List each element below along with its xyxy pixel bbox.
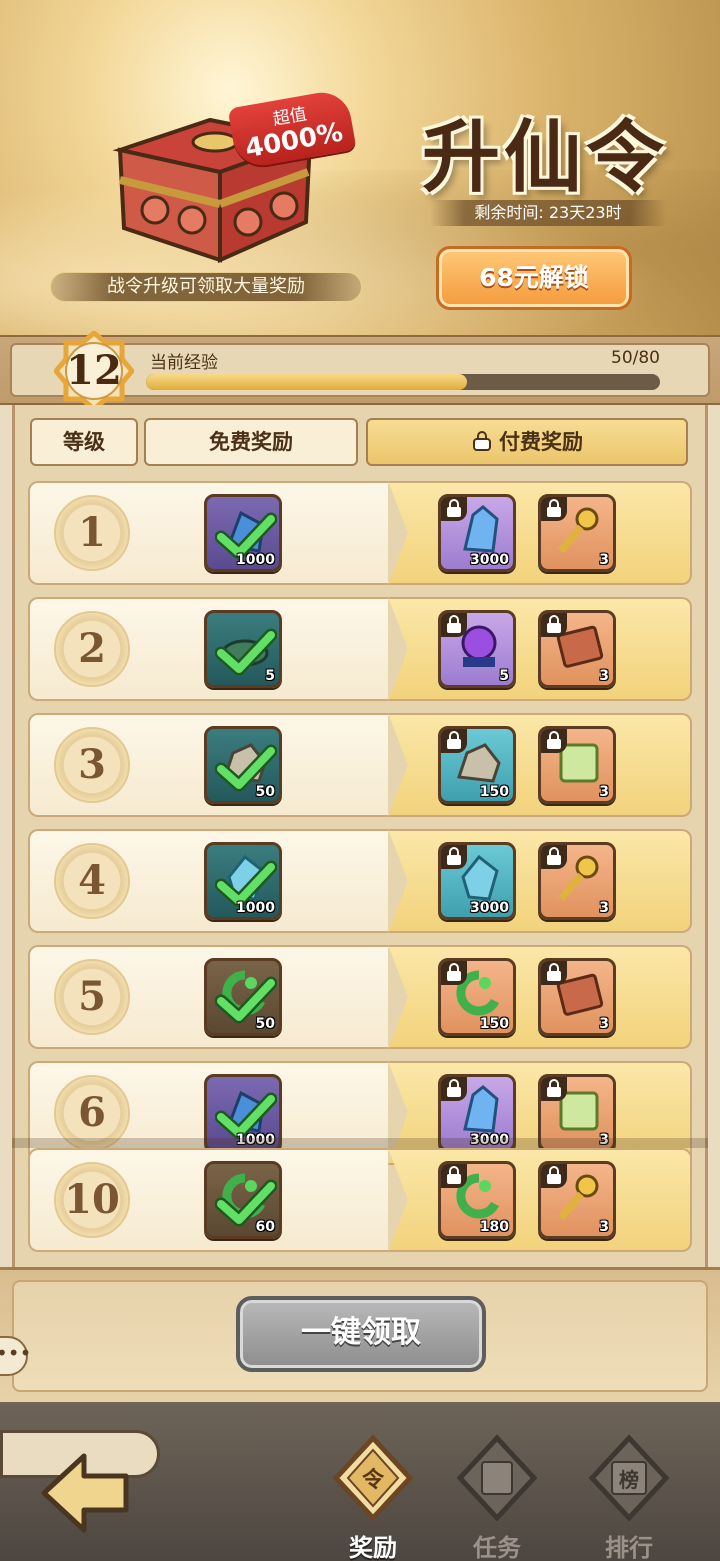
paid-reward-cell	[388, 713, 692, 817]
xp-progress-fill	[146, 374, 468, 390]
lock-icon	[471, 422, 493, 466]
paid-reward-item[interactable]: 150	[438, 958, 516, 1036]
paid-reward-item[interactable]: 3000	[438, 842, 516, 920]
paid-reward-item[interactable]: 5	[438, 610, 516, 688]
reward-quantity: 3	[599, 900, 609, 916]
free-reward-item[interactable]: 5	[204, 610, 282, 688]
reward-quantity: 5	[499, 668, 509, 684]
free-reward-item[interactable]: 50	[204, 726, 282, 804]
value-badge: 超值 4000%	[227, 88, 357, 170]
xp-value: 50/80	[611, 348, 660, 368]
tab-rank-label: 排行	[605, 1534, 653, 1561]
row-level-number: 10	[54, 1162, 130, 1238]
header-level: 等级	[30, 418, 138, 466]
reward-quantity: 50	[255, 784, 275, 800]
unlock-button[interactable]: 68元解锁	[436, 246, 632, 310]
paid-reward-item[interactable]: 3000	[438, 494, 516, 572]
reward-quantity: 150	[479, 1016, 509, 1032]
row-level-number: 4	[54, 843, 130, 919]
rank-emblem-glyph: 榜	[619, 1468, 639, 1492]
free-reward-item[interactable]: 60	[204, 1161, 282, 1239]
xp-progress-bar	[146, 374, 660, 390]
padlock-icon	[441, 961, 467, 985]
tab-reward[interactable]: 令 奖励	[318, 1420, 428, 1561]
task-scroll-icon	[456, 1434, 538, 1522]
reward-quantity: 150	[479, 784, 509, 800]
header-free-rewards: 免费奖励	[144, 418, 358, 466]
padlock-icon	[541, 961, 567, 985]
padlock-icon	[441, 845, 467, 869]
padlock-icon	[541, 1164, 567, 1188]
free-reward-item[interactable]: 50	[204, 958, 282, 1036]
reward-quantity: 50	[255, 1016, 275, 1032]
xp-label: 当前经验	[150, 353, 218, 373]
reward-row: 2 5 5 3	[28, 597, 692, 701]
tab-rank[interactable]: 榜 排行	[574, 1420, 684, 1561]
free-reward-item[interactable]: 1000	[204, 494, 282, 572]
paid-reward-item[interactable]: 3	[538, 958, 616, 1036]
pass-title: 升仙令	[421, 112, 668, 203]
tab-task-label: 任务	[473, 1534, 521, 1561]
reward-row: 4 1000 3000 3	[28, 829, 692, 933]
free-reward-item[interactable]: 1000	[204, 842, 282, 920]
paid-reward-cell	[388, 597, 692, 701]
paid-reward-cell	[388, 829, 692, 933]
reward-row: 1 1000 3000 3	[28, 481, 692, 585]
claim-all-button[interactable]: 一键领取	[236, 1296, 486, 1372]
reward-quantity: 180	[479, 1219, 509, 1235]
reward-quantity: 60	[255, 1219, 275, 1235]
header-paid-rewards: 付费奖励	[366, 418, 688, 466]
paid-reward-item[interactable]: 150	[438, 726, 516, 804]
padlock-icon	[441, 1164, 467, 1188]
reward-quantity: 3	[599, 784, 609, 800]
padlock-icon	[541, 497, 567, 521]
reward-quantity: 1000	[236, 552, 275, 568]
row-level-number: 2	[54, 611, 130, 687]
reward-quantity: 3	[599, 1016, 609, 1032]
paid-reward-item[interactable]: 3	[538, 610, 616, 688]
paid-reward-item[interactable]: 3	[538, 1161, 616, 1239]
hero-banner: 超值 4000% 战令升级可领取大量奖励 升仙令 剩余时间: 23天23时 68…	[0, 0, 720, 335]
reward-row: 3 50 150 3	[28, 713, 692, 817]
header-paid-label: 付费奖励	[499, 430, 583, 454]
tab-reward-label: 奖励	[349, 1534, 397, 1561]
padlock-icon	[441, 1077, 467, 1101]
row-level-number: 1	[54, 495, 130, 571]
padlock-icon	[541, 613, 567, 637]
reward-quantity: 3	[599, 552, 609, 568]
padlock-icon	[441, 613, 467, 637]
reward-quantity: 1000	[236, 900, 275, 916]
reward-row: 10 60 180 3	[28, 1148, 692, 1252]
reward-quantity: 3000	[470, 552, 509, 568]
remaining-time: 剩余时间: 23天23时	[430, 200, 666, 226]
reward-row: 5 50 150 3	[28, 945, 692, 1049]
paid-reward-cell	[388, 945, 692, 1049]
padlock-icon	[541, 845, 567, 869]
reward-quantity: 3	[599, 668, 609, 684]
scroll-divider	[12, 1138, 708, 1148]
tab-task[interactable]: 任务	[442, 1420, 552, 1561]
paid-reward-cell	[388, 481, 692, 585]
reward-quantity: 3000	[470, 900, 509, 916]
current-level-badge: 12	[54, 331, 134, 411]
hero-caption: 战令升级可领取大量奖励	[50, 272, 362, 302]
paid-reward-item[interactable]: 3	[538, 494, 616, 572]
padlock-icon	[541, 1077, 567, 1101]
reward-quantity: 3	[599, 1219, 609, 1235]
paid-reward-item[interactable]: 3	[538, 726, 616, 804]
row-level-number: 5	[54, 959, 130, 1035]
paid-reward-item[interactable]: 180	[438, 1161, 516, 1239]
padlock-icon	[441, 729, 467, 753]
row-level-number: 3	[54, 727, 130, 803]
reward-emblem-glyph: 令	[361, 1468, 384, 1493]
paid-reward-cell	[388, 1148, 692, 1252]
back-arrow-icon[interactable]	[34, 1448, 134, 1538]
padlock-icon	[441, 497, 467, 521]
padlock-icon	[541, 729, 567, 753]
current-level-number: 12	[66, 347, 122, 394]
paid-reward-item[interactable]: 3	[538, 842, 616, 920]
reward-quantity: 5	[265, 668, 275, 684]
